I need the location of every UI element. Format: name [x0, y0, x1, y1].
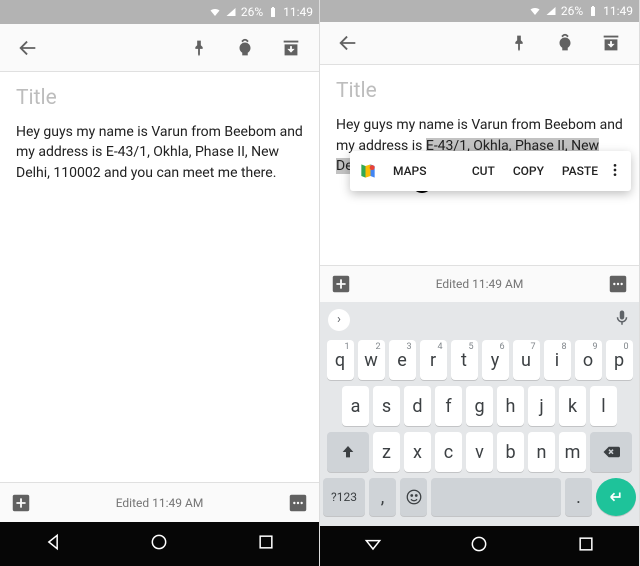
title-input[interactable]: Title	[16, 86, 303, 110]
key-i[interactable]: i8	[544, 340, 571, 380]
back-button[interactable]	[328, 23, 368, 63]
key-a[interactable]: a	[342, 386, 369, 426]
reminder-button[interactable]	[545, 23, 585, 63]
wifi-icon	[209, 6, 221, 18]
maps-icon	[358, 161, 378, 181]
nav-back[interactable]	[43, 532, 63, 556]
ctx-overflow[interactable]	[607, 162, 627, 181]
key-c[interactable]: c	[435, 432, 462, 472]
battery-text: 26%	[241, 5, 263, 19]
more-button[interactable]	[287, 492, 309, 514]
back-button[interactable]	[8, 28, 48, 68]
key-comma[interactable]: ,	[369, 478, 396, 516]
pin-button[interactable]	[499, 23, 539, 63]
mic-icon[interactable]	[613, 309, 631, 331]
key-h[interactable]: h	[497, 386, 524, 426]
key-l[interactable]: l	[590, 386, 617, 426]
ctx-maps[interactable]: MAPS	[384, 164, 435, 178]
key-q[interactable]: q1	[327, 340, 354, 380]
key-f[interactable]: f	[435, 386, 462, 426]
key-period[interactable]: .	[565, 478, 592, 516]
key-y[interactable]: y6	[482, 340, 509, 380]
key-v[interactable]: v	[466, 432, 493, 472]
nav-bar	[320, 526, 639, 566]
nav-home[interactable]	[149, 532, 169, 556]
kb-suggestion-bar: ›	[320, 302, 639, 338]
key-z[interactable]: z	[373, 432, 400, 472]
key-symbols[interactable]: ?123	[323, 478, 365, 516]
key-e[interactable]: e3	[389, 340, 416, 380]
archive-button[interactable]	[271, 28, 311, 68]
key-m[interactable]: m	[559, 432, 586, 472]
signal-icon	[545, 5, 557, 17]
key-space[interactable]	[431, 478, 561, 516]
nav-recent[interactable]	[256, 532, 276, 556]
edited-label: Edited 11:49 AM	[32, 496, 287, 510]
screen-right: 26% 11:49 Title Hey guys my name is Varu…	[320, 0, 640, 566]
kb-expand-icon[interactable]: ›	[328, 309, 350, 331]
footer-bar: Edited 11:49 AM	[320, 265, 639, 301]
key-p[interactable]: p0	[606, 340, 633, 380]
ctx-paste[interactable]: PASTE	[553, 164, 607, 178]
key-g[interactable]: g	[466, 386, 493, 426]
add-button[interactable]	[10, 492, 32, 514]
key-backspace[interactable]	[590, 432, 632, 472]
key-u[interactable]: u7	[513, 340, 540, 380]
status-bar: 26% 11:49	[0, 0, 319, 24]
key-j[interactable]: j	[528, 386, 555, 426]
note-editor[interactable]: Title Hey guys my name is Varun from Bee…	[0, 72, 319, 482]
key-d[interactable]: d	[404, 386, 431, 426]
pin-button[interactable]	[179, 28, 219, 68]
key-b[interactable]: b	[497, 432, 524, 472]
key-emoji[interactable]	[400, 478, 427, 516]
title-input[interactable]: Title	[336, 79, 623, 103]
key-shift[interactable]	[327, 432, 369, 472]
key-r[interactable]: r4	[420, 340, 447, 380]
archive-button[interactable]	[591, 23, 631, 63]
ctx-cut[interactable]: CUT	[463, 164, 504, 178]
status-bar: 26% 11:49	[320, 0, 639, 22]
key-x[interactable]: x	[404, 432, 431, 472]
key-t[interactable]: t5	[451, 340, 478, 380]
nav-recent[interactable]	[576, 534, 596, 558]
wifi-icon	[529, 5, 541, 17]
note-editor[interactable]: Title Hey guys my name is Varun from Bee…	[320, 65, 639, 265]
more-button[interactable]	[607, 273, 629, 295]
key-k[interactable]: k	[559, 386, 586, 426]
battery-icon	[267, 6, 279, 18]
app-toolbar	[320, 22, 639, 66]
context-menu: MAPS CUT COPY PASTE	[350, 151, 631, 191]
key-w[interactable]: w2	[358, 340, 385, 380]
key-n[interactable]: n	[528, 432, 555, 472]
key-o[interactable]: o9	[575, 340, 602, 380]
clock-text: 11:49	[603, 4, 633, 18]
screen-left: 26% 11:49 Title Hey guys my name is Varu…	[0, 0, 320, 566]
reminder-button[interactable]	[225, 28, 265, 68]
nav-home[interactable]	[469, 534, 489, 558]
key-enter[interactable]	[596, 478, 636, 516]
clock-text: 11:49	[283, 5, 313, 19]
add-button[interactable]	[330, 273, 352, 295]
nav-bar	[0, 522, 319, 566]
signal-icon	[225, 6, 237, 18]
app-toolbar	[0, 24, 319, 72]
nav-back[interactable]	[363, 534, 383, 558]
ctx-copy[interactable]: COPY	[504, 164, 553, 178]
key-s[interactable]: s	[373, 386, 400, 426]
battery-text: 26%	[561, 4, 583, 18]
footer-bar: Edited 11:49 AM	[0, 482, 319, 522]
note-body[interactable]: Hey guys my name is Varun from Beebom an…	[16, 122, 303, 183]
battery-icon	[587, 5, 599, 17]
keyboard: q1w2e3r4t5y6u7i8o9p0 asdfghjkl zxcvbnm ?…	[320, 338, 639, 526]
edited-label: Edited 11:49 AM	[352, 277, 607, 291]
